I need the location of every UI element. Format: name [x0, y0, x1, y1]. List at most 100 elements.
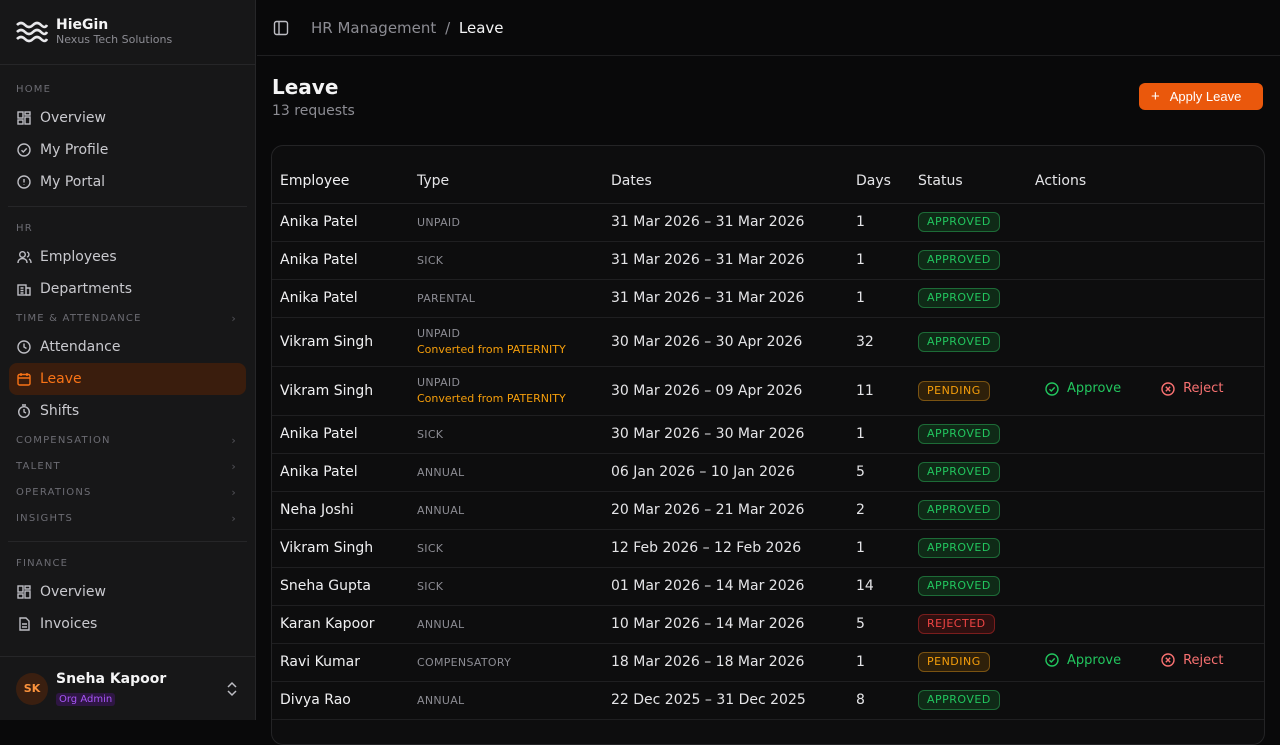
status-badge: APPROVED — [918, 462, 1000, 482]
leave-days: 8 — [856, 681, 918, 719]
leave-days: 14 — [856, 567, 918, 605]
status-cell: APPROVED — [918, 415, 1035, 453]
actions-cell — [1035, 529, 1264, 567]
table-row[interactable]: Anika PatelSICK30 Mar 2026 – 30 Mar 2026… — [272, 415, 1264, 453]
sidebar-item-label: Employees — [40, 249, 117, 265]
leave-type-cell: SICK — [417, 415, 611, 453]
chevron-right-icon: › — [231, 486, 237, 499]
table-row[interactable]: Anika PatelPARENTAL31 Mar 2026 – 31 Mar … — [272, 279, 1264, 317]
sidebar-item-overview[interactable]: Overview — [9, 102, 246, 134]
leave-dates: 20 Mar 2026 – 21 Mar 2026 — [611, 491, 856, 529]
avatar: SK — [16, 673, 48, 705]
status-cell: APPROVED — [918, 681, 1035, 719]
breadcrumb-current: Leave — [459, 19, 504, 37]
status-badge: APPROVED — [918, 690, 1000, 710]
status-badge: PENDING — [918, 381, 990, 401]
table-row[interactable]: Anika PatelUNPAID31 Mar 2026 – 31 Mar 20… — [272, 203, 1264, 241]
reject-button[interactable]: Reject — [1161, 653, 1223, 668]
sidebar-item-label: Overview — [40, 584, 106, 600]
leave-dates: 31 Mar 2026 – 31 Mar 2026 — [611, 241, 856, 279]
approve-button[interactable]: Approve — [1045, 381, 1121, 396]
document-icon — [16, 616, 32, 632]
section-compensation[interactable]: COMPENSATION› — [0, 427, 255, 453]
brand-header[interactable]: HieGin Nexus Tech Solutions — [0, 0, 255, 65]
building-icon — [16, 281, 32, 297]
leave-type-cell: COMPENSATORY — [417, 643, 611, 681]
sidebar-item-shifts[interactable]: Shifts — [9, 395, 246, 427]
user-menu[interactable]: SK Sneha Kapoor Org Admin — [0, 656, 256, 720]
request-count: 13 requests — [272, 103, 355, 119]
status-cell: APPROVED — [918, 317, 1035, 366]
leave-type-cell: UNPAID Converted from PATERNITY — [417, 317, 611, 366]
sidebar-item-my-profile[interactable]: My Profile — [9, 134, 246, 166]
clock-icon — [16, 339, 32, 355]
leave-type: PARENTAL — [417, 292, 611, 305]
leave-dates: 30 Mar 2026 – 09 Apr 2026 — [611, 366, 856, 415]
sidebar-item-leave[interactable]: Leave — [9, 363, 246, 395]
check-circle-icon — [16, 142, 32, 158]
sidebar-item-employees[interactable]: Employees — [9, 241, 246, 273]
employee-name: Anika Patel — [272, 279, 417, 317]
approve-label: Approve — [1067, 381, 1121, 396]
breadcrumb-parent[interactable]: HR Management — [311, 19, 436, 37]
sidebar-item-invoices[interactable]: Invoices — [9, 608, 246, 640]
sidebar-item-my-portal[interactable]: My Portal — [9, 166, 246, 198]
section-talent[interactable]: TALENT› — [0, 453, 255, 479]
leave-type-cell: ANNUAL — [417, 453, 611, 491]
status-cell: APPROVED — [918, 203, 1035, 241]
sidebar-item-label: Shifts — [40, 403, 79, 419]
section-finance: FINANCE — [0, 550, 255, 576]
dashboard-icon — [16, 110, 32, 126]
leave-type: SICK — [417, 254, 611, 267]
sidebar-item-finance-overview[interactable]: Overview — [9, 576, 246, 608]
table-row[interactable]: Neha JoshiANNUAL20 Mar 2026 – 21 Mar 202… — [272, 491, 1264, 529]
leave-type-cell: SICK — [417, 529, 611, 567]
table-row[interactable]: Anika PatelSICK31 Mar 2026 – 31 Mar 2026… — [272, 241, 1264, 279]
leave-type: ANNUAL — [417, 618, 611, 631]
employee-name: Anika Patel — [272, 415, 417, 453]
table-row[interactable]: Karan KapoorANNUAL10 Mar 2026 – 14 Mar 2… — [272, 605, 1264, 643]
employee-name: Vikram Singh — [272, 366, 417, 415]
col-dates: Dates — [611, 146, 856, 203]
conversion-note: Converted from PATERNITY — [417, 392, 611, 405]
employee-name: Ravi Kumar — [272, 643, 417, 681]
section-time-attendance[interactable]: TIME & ATTENDANCE› — [0, 305, 255, 331]
sidebar-item-label: My Portal — [40, 174, 105, 190]
reject-label: Reject — [1183, 381, 1223, 396]
table-row[interactable]: Sneha GuptaSICK01 Mar 2026 – 14 Mar 2026… — [272, 567, 1264, 605]
reject-button[interactable]: Reject — [1161, 381, 1223, 396]
status-badge: APPROVED — [918, 500, 1000, 520]
table-row[interactable]: Ravi KumarCOMPENSATORY18 Mar 2026 – 18 M… — [272, 643, 1264, 681]
section-operations[interactable]: OPERATIONS› — [0, 479, 255, 505]
sidebar-item-departments[interactable]: Departments — [9, 273, 246, 305]
leave-dates: 10 Mar 2026 – 14 Mar 2026 — [611, 605, 856, 643]
leave-type: UNPAID — [417, 327, 611, 340]
user-name: Sneha Kapoor — [56, 671, 166, 687]
conversion-note: Converted from PATERNITY — [417, 343, 611, 356]
table-row[interactable]: Vikram SinghSICK12 Feb 2026 – 12 Feb 202… — [272, 529, 1264, 567]
main-content: Leave 13 requests + Apply Leave Employee… — [257, 57, 1280, 720]
breadcrumb-separator: / — [445, 19, 450, 37]
sidebar-item-label: Departments — [40, 281, 132, 297]
leave-days: 1 — [856, 643, 918, 681]
apply-leave-button[interactable]: + Apply Leave — [1139, 83, 1263, 110]
actions-cell — [1035, 681, 1264, 719]
col-status: Status — [918, 146, 1035, 203]
logo-icon — [16, 20, 48, 44]
leave-dates: 31 Mar 2026 – 31 Mar 2026 — [611, 203, 856, 241]
sidebar-toggle-icon[interactable] — [273, 20, 289, 36]
status-badge: APPROVED — [918, 538, 1000, 558]
leave-dates: 01 Mar 2026 – 14 Mar 2026 — [611, 567, 856, 605]
sidebar-item-attendance[interactable]: Attendance — [9, 331, 246, 363]
reject-label: Reject — [1183, 653, 1223, 668]
table-row[interactable]: Divya RaoANNUAL22 Dec 2025 – 31 Dec 2025… — [272, 681, 1264, 719]
approve-button[interactable]: Approve — [1045, 653, 1121, 668]
section-insights[interactable]: INSIGHTS› — [0, 505, 255, 531]
chevron-right-icon: › — [231, 512, 237, 525]
table-row[interactable]: Anika PatelANNUAL06 Jan 2026 – 10 Jan 20… — [272, 453, 1264, 491]
leave-type-cell: PARENTAL — [417, 279, 611, 317]
table-row[interactable]: Vikram SinghUNPAIDConverted from PATERNI… — [272, 317, 1264, 366]
page-title: Leave — [272, 75, 338, 99]
table-row[interactable]: Vikram SinghUNPAIDConverted from PATERNI… — [272, 366, 1264, 415]
sidebar-item-label: Attendance — [40, 339, 120, 355]
